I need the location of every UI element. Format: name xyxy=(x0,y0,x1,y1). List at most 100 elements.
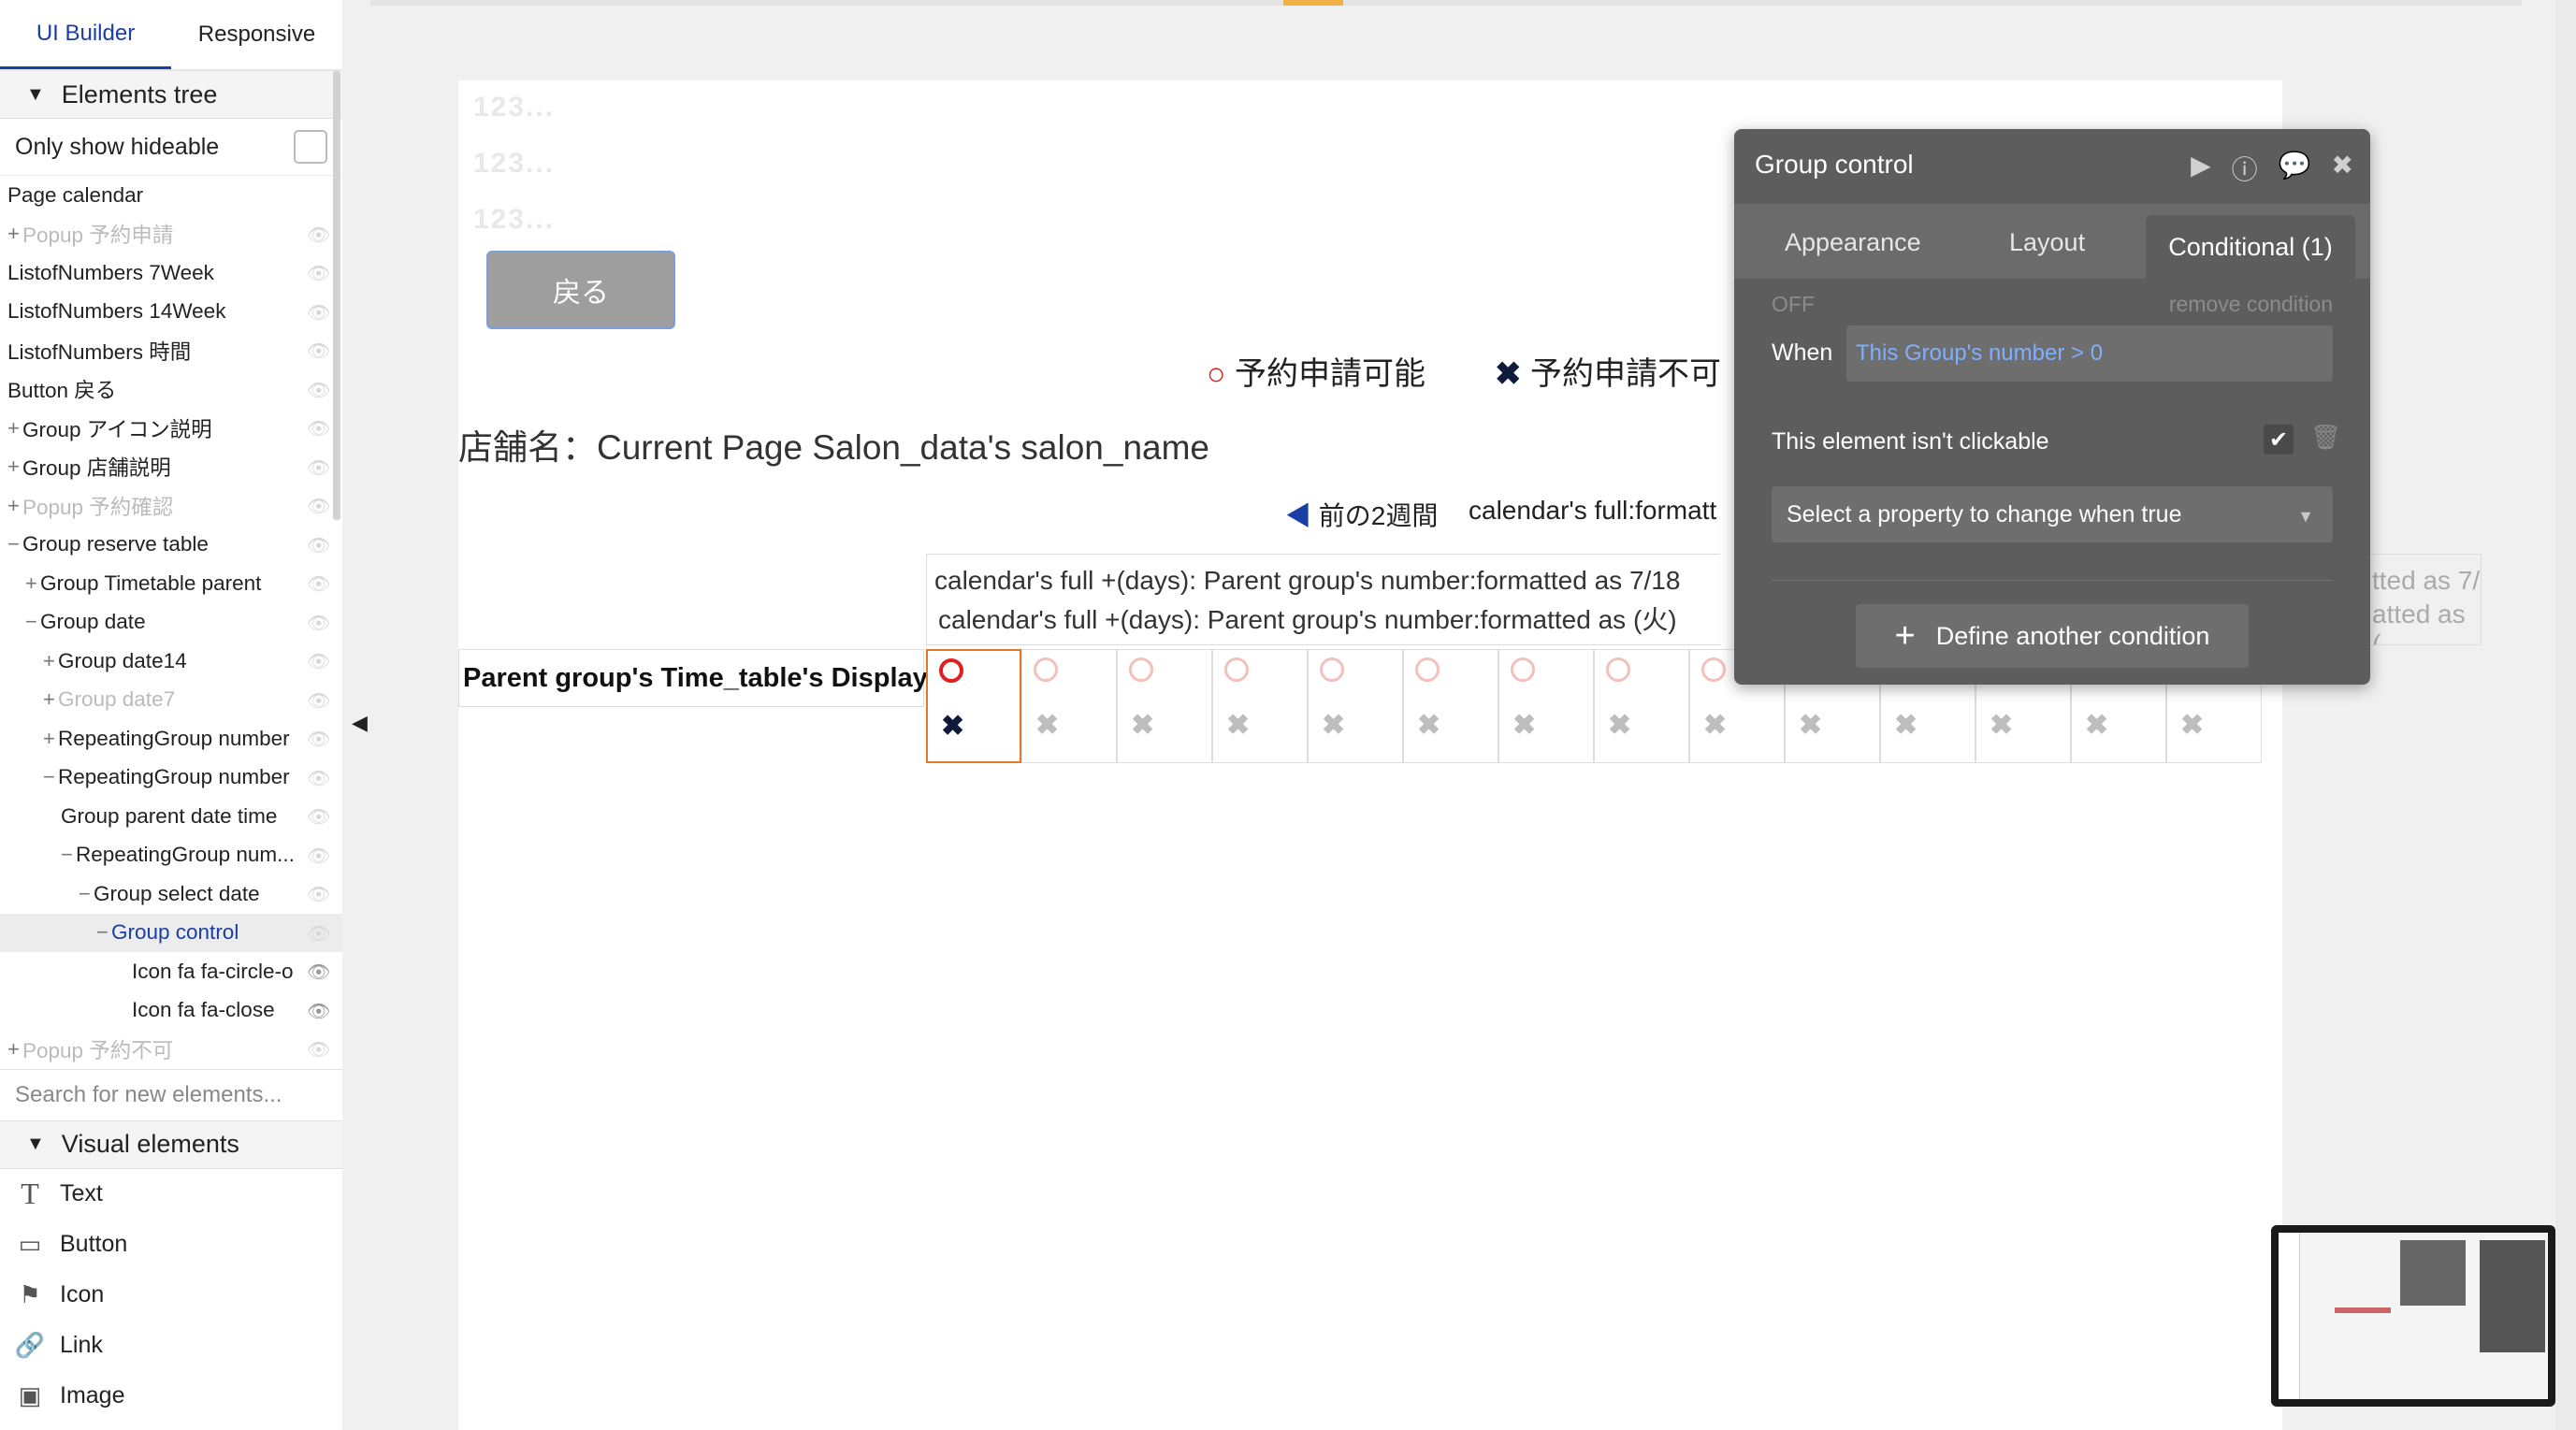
eye-icon[interactable]: 👁 xyxy=(307,534,330,556)
expand-icon[interactable]: + xyxy=(43,649,58,673)
eye-icon[interactable]: 👁 xyxy=(307,495,330,517)
collapse-sidebar-icon[interactable]: ◀ xyxy=(352,711,368,735)
collapse-icon[interactable]: − xyxy=(25,610,40,634)
eye-icon[interactable]: 👁 xyxy=(307,456,330,479)
condition-off-label[interactable]: OFF xyxy=(1772,292,1815,317)
tab-layout[interactable]: Layout xyxy=(2009,228,2085,257)
tab-ui-builder[interactable]: UI Builder xyxy=(0,0,171,69)
tree-item[interactable]: + Group アイコン説明 👁 xyxy=(0,409,342,448)
info-icon[interactable]: ⓘ xyxy=(2232,150,2258,187)
define-another-condition-button[interactable]: + Define another condition xyxy=(1856,604,2249,668)
expand-icon[interactable]: + xyxy=(43,687,58,712)
collapse-icon[interactable]: − xyxy=(61,843,76,867)
timetable-cell[interactable]: ✖ xyxy=(1498,649,1594,763)
eye-icon[interactable]: 👁 xyxy=(307,689,330,712)
comment-icon[interactable]: 💬 xyxy=(2279,150,2311,187)
eye-icon[interactable]: 👁 xyxy=(307,224,330,246)
tree-item[interactable]: ListofNumbers 7Week 👁 xyxy=(0,253,342,293)
expand-icon[interactable]: + xyxy=(43,727,58,751)
timetable-cell[interactable]: ✖ xyxy=(1594,649,1689,763)
eye-icon[interactable]: 👁 xyxy=(307,961,330,983)
tree-item[interactable]: + Group 店舗説明 👁 xyxy=(0,448,342,487)
eye-icon[interactable]: 👁 xyxy=(307,339,330,362)
tree-item[interactable]: − Group reserve table 👁 xyxy=(0,526,342,565)
back-button[interactable]: 戻る xyxy=(486,251,675,329)
tree-item[interactable]: Icon fa fa-circle-o 👁 xyxy=(0,952,342,991)
prev-weeks-link[interactable]: ◀ 前の2週間 xyxy=(1285,496,1438,533)
tree-item[interactable]: − Group control 👁 xyxy=(0,913,342,952)
expand-icon[interactable]: + xyxy=(7,222,22,246)
expand-icon[interactable]: + xyxy=(7,416,22,441)
timetable-cell[interactable]: ✖ xyxy=(926,649,1021,763)
search-new-elements-input[interactable]: Search for new elements... xyxy=(0,1068,342,1121)
when-expression-input[interactable]: This Group's number > 0 xyxy=(1846,325,2333,382)
visual-elements-title: Visual elements xyxy=(61,1130,239,1158)
tab-conditional[interactable]: Conditional (1) xyxy=(2146,215,2355,279)
tree-item[interactable]: − Group select date 👁 xyxy=(0,874,342,914)
eye-icon[interactable]: 👁 xyxy=(307,612,330,634)
eye-icon[interactable]: 👁 xyxy=(307,883,330,905)
timetable-cell[interactable]: ✖ xyxy=(1308,649,1403,763)
tree-item[interactable]: ListofNumbers 時間 👁 xyxy=(0,331,342,370)
tree-item[interactable]: + RepeatingGroup number 👁 xyxy=(0,719,342,758)
collapse-icon[interactable]: − xyxy=(79,882,94,906)
tree-item[interactable]: + Popup 予約申請 👁 xyxy=(0,215,342,254)
expand-icon[interactable]: + xyxy=(7,455,22,479)
visual-element-item[interactable]: ▣ Image xyxy=(0,1371,342,1422)
collapse-icon[interactable]: − xyxy=(43,765,58,789)
trash-icon[interactable]: 🗑 xyxy=(2310,423,2341,452)
eye-icon[interactable]: 👁 xyxy=(307,922,330,945)
visual-element-item[interactable]: ⚑ Icon xyxy=(0,1270,342,1321)
expand-icon[interactable]: + xyxy=(25,571,40,596)
tree-item[interactable]: ListofNumbers 14Week 👁 xyxy=(0,293,342,332)
not-clickable-checkbox[interactable]: ✔ xyxy=(2264,425,2294,455)
minimap[interactable] xyxy=(2271,1225,2555,1407)
timetable-cell[interactable]: ✖ xyxy=(1021,649,1117,763)
eye-icon[interactable]: 👁 xyxy=(307,767,330,789)
eye-icon[interactable]: 👁 xyxy=(307,845,330,867)
tree-item[interactable]: Page calendar xyxy=(0,176,342,215)
eye-icon[interactable]: 👁 xyxy=(307,262,330,284)
timetable-cell[interactable]: ✖ xyxy=(1403,649,1498,763)
tree-item[interactable]: Group parent date time 👁 xyxy=(0,797,342,836)
play-icon[interactable]: ▶ xyxy=(2191,150,2211,187)
tree-item[interactable]: Button 戻る 👁 xyxy=(0,370,342,410)
eye-icon[interactable]: 👁 xyxy=(307,1000,330,1022)
select-property-dropdown[interactable]: Select a property to change when true ▼ xyxy=(1772,486,2333,542)
remove-condition-link[interactable]: remove condition xyxy=(2169,292,2333,317)
only-show-hideable-checkbox[interactable] xyxy=(294,130,327,164)
visual-element-item[interactable]: 🔗 Link xyxy=(0,1321,342,1371)
sidebar-scrollbar[interactable] xyxy=(333,71,340,520)
eye-icon[interactable]: 👁 xyxy=(307,650,330,672)
tab-appearance[interactable]: Appearance xyxy=(1785,228,1921,257)
tree-item[interactable]: + Popup 予約不可 👁 xyxy=(0,1030,342,1069)
tree-item[interactable]: − RepeatingGroup number 👁 xyxy=(0,758,342,798)
eye-icon[interactable]: 👁 xyxy=(307,805,330,828)
eye-icon[interactable]: 👁 xyxy=(307,1038,330,1061)
tree-item[interactable]: + Group date7 👁 xyxy=(0,681,342,720)
visual-elements-header[interactable]: ▼ Visual elements xyxy=(0,1120,342,1169)
eye-icon[interactable]: 👁 xyxy=(307,572,330,595)
tree-item[interactable]: + Popup 予約確認 👁 xyxy=(0,486,342,526)
tree-item[interactable]: Icon fa fa-close 👁 xyxy=(0,991,342,1031)
tree-item[interactable]: + Group Timetable parent 👁 xyxy=(0,564,342,603)
tree-item[interactable]: + Group date14 👁 xyxy=(0,642,342,681)
expand-icon[interactable]: + xyxy=(7,1037,22,1062)
collapse-icon[interactable]: − xyxy=(96,920,111,945)
close-icon[interactable]: ✖ xyxy=(2332,150,2353,187)
tab-responsive[interactable]: Responsive xyxy=(171,0,342,69)
eye-icon[interactable]: 👁 xyxy=(307,417,330,440)
timetable-cell[interactable]: ✖ xyxy=(1212,649,1308,763)
eye-icon[interactable]: 👁 xyxy=(307,728,330,750)
tree-item[interactable]: − RepeatingGroup num... 👁 xyxy=(0,836,342,875)
timetable-cell[interactable]: ✖ xyxy=(1117,649,1212,763)
visual-element-item[interactable]: ▭ Button xyxy=(0,1220,342,1270)
eye-icon[interactable]: 👁 xyxy=(307,379,330,401)
collapse-icon[interactable]: − xyxy=(7,532,22,556)
elements-tree-header[interactable]: ▼ Elements tree xyxy=(0,71,342,119)
eye-icon[interactable]: 👁 xyxy=(307,301,330,324)
expand-icon[interactable]: + xyxy=(7,494,22,518)
visual-element-item[interactable]: T Text xyxy=(0,1169,342,1220)
canvas-scrollbar[interactable] xyxy=(2555,0,2576,1430)
tree-item[interactable]: − Group date 👁 xyxy=(0,603,342,643)
